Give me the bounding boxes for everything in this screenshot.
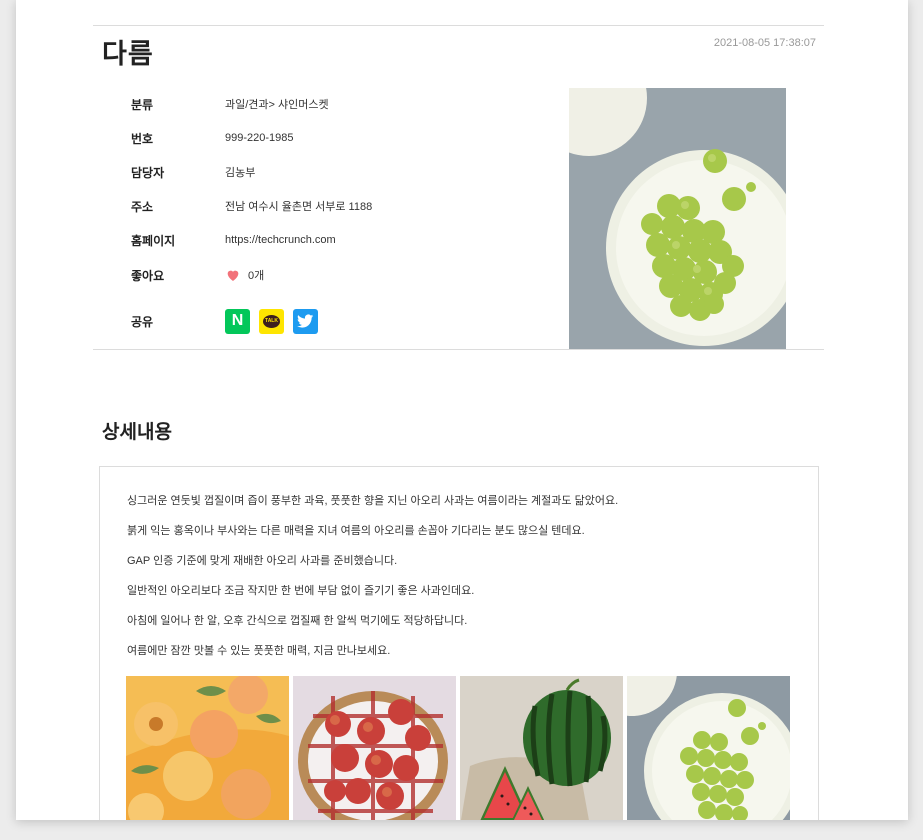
twitter-share-button[interactable] [293,308,318,334]
number-label: 번호 [131,131,154,146]
watermelon-photo [460,676,623,820]
info-row-address: 주소 전남 여수시 율촌면 서부로 1188 [131,196,372,216]
info-row-manager: 담당자 김농부 [131,162,255,182]
twitter-bird-icon [297,313,314,328]
info-row-likes: 좋아요 0개 [131,265,264,285]
detail-section-title: 상세내용 [102,422,172,443]
detail-paragraph: 아침에 일어나 한 알, 오후 간식으로 껍질째 한 알씩 먹기에도 적당하답니… [127,615,468,627]
product-detail-page: 다름 2021-08-05 17:38:07 분류 과일/견과> 샤인머스켓 번… [16,0,908,820]
info-row-homepage: 홈페이지 https://techcrunch.com [131,230,336,250]
manager-value: 김농부 [225,167,256,179]
manager-label: 담당자 [131,165,165,180]
naver-share-button[interactable]: N [225,308,250,334]
likes-label: 좋아요 [131,268,165,283]
product-main-photo [569,88,786,349]
detail-paragraph: 싱그러운 연둣빛 껍질이며 즙이 풍부한 과육, 풋풋한 향을 지닌 아오리 사… [127,495,619,507]
heart-icon[interactable] [225,267,241,283]
page-title: 다름 [102,39,154,69]
kakao-share-button[interactable]: TALK [259,308,284,334]
info-row-share: 공유 N TALK [131,308,327,334]
homepage-label: 홈페이지 [131,233,176,248]
detail-paragraph: 일반적인 아오리보다 조금 작지만 한 번에 부담 없이 즐기기 좋은 사과인데… [127,585,475,597]
number-value: 999-220-1985 [225,132,294,144]
product-header: 다름 2021-08-05 17:38:07 분류 과일/견과> 샤인머스켓 번… [93,25,824,350]
detail-image-gallery [126,676,790,820]
address-label: 주소 [131,199,154,214]
grape-photo [627,676,790,820]
info-row-category: 분류 과일/견과> 샤인머스켓 [131,94,329,114]
kakao-talk-icon: TALK [263,314,280,328]
detail-paragraph: GAP 인증 기준에 맞게 재배한 아오리 사과를 준비했습니다. [127,555,398,567]
category-value: 과일/견과> 샤인머스켓 [225,99,329,111]
address-value: 전남 여수시 율촌면 서부로 1188 [225,201,373,213]
detail-paragraph: 붉게 익는 홍옥이나 부사와는 다른 매력을 지녀 여름의 아오리를 손꼽아 기… [127,525,585,537]
post-date: 2021-08-05 17:38:07 [713,37,816,49]
likes-count: 0개 [248,270,265,282]
info-row-number: 번호 999-220-1985 [131,128,294,148]
peach-photo [126,676,289,820]
homepage-link[interactable]: https://techcrunch.com [225,234,336,246]
category-label: 분류 [131,97,154,112]
detail-paragraph: 여름에만 잠깐 맛볼 수 있는 풋풋한 매력, 지금 만나보세요. [127,645,391,657]
share-label: 공유 [131,314,154,329]
detail-content-box: 싱그러운 연둣빛 껍질이며 즙이 풍부한 과육, 풋풋한 향을 지닌 아오리 사… [99,466,819,820]
naver-icon: N [231,312,244,329]
apple-basket-photo [293,676,456,820]
